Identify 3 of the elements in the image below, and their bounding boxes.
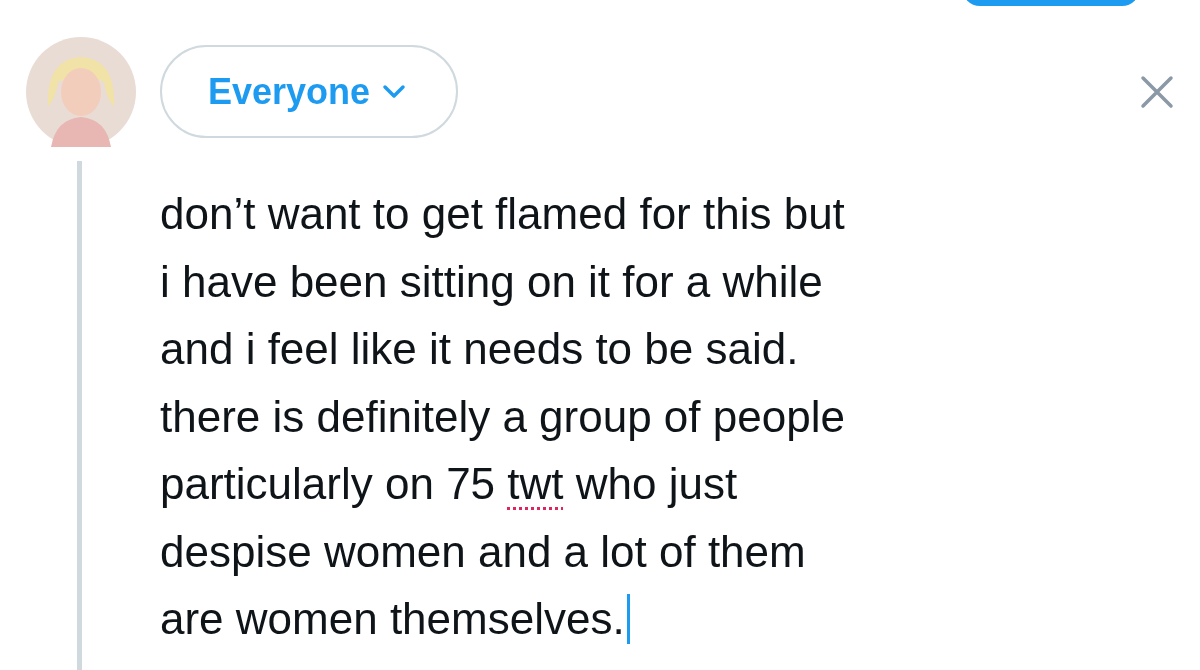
compose-text[interactable]: don’t want to get flamed for this but i have been sitting on it for a while and i feel like it needs to be said. there is definitely a group of people particularly on 75 twt who just despise women and a lot of them are women themselves.: [160, 180, 1200, 653]
chevron-down-icon: [382, 83, 407, 100]
close-icon[interactable]: [1140, 74, 1174, 109]
